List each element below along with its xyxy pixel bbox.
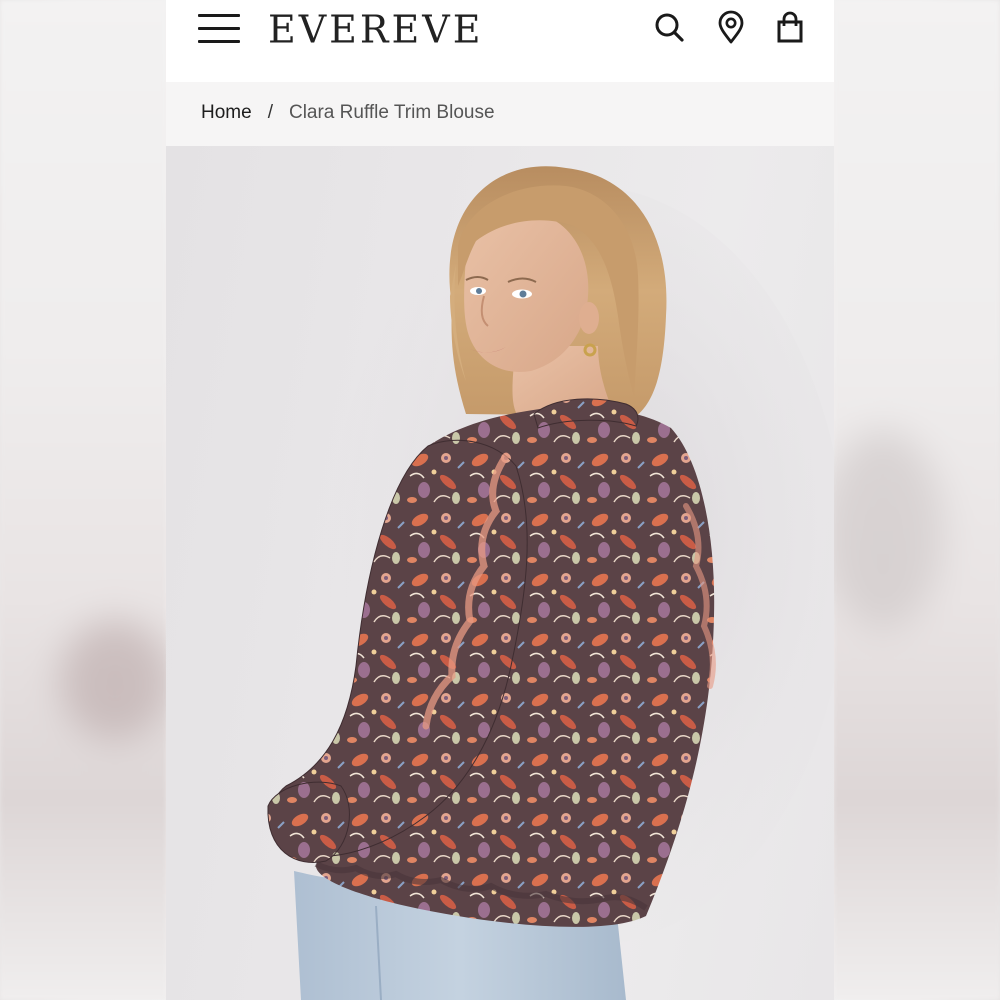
mobile-screen: EVEREVE Home / Clara Ruffle Trim Blouse (166, 0, 834, 1000)
shopping-bag-icon[interactable] (770, 8, 810, 48)
breadcrumb: Home / Clara Ruffle Trim Blouse (201, 98, 495, 128)
blurred-background-right (823, 0, 1000, 1000)
product-image[interactable] (166, 146, 834, 1000)
breadcrumb-separator: / (267, 102, 273, 123)
hamburger-menu-icon[interactable] (198, 12, 242, 46)
search-icon[interactable] (650, 8, 690, 48)
product-photo-illustration (267, 166, 834, 1000)
site-header: EVEREVE (166, 0, 834, 82)
breadcrumb-bar: Home / Clara Ruffle Trim Blouse (166, 82, 834, 146)
blurred-background-left (0, 0, 170, 1000)
breadcrumb-current-page: Clara Ruffle Trim Blouse (288, 102, 495, 123)
site-logo[interactable]: EVEREVE (268, 6, 483, 53)
location-pin-icon[interactable] (711, 8, 751, 48)
breadcrumb-home-link[interactable]: Home (201, 102, 252, 124)
